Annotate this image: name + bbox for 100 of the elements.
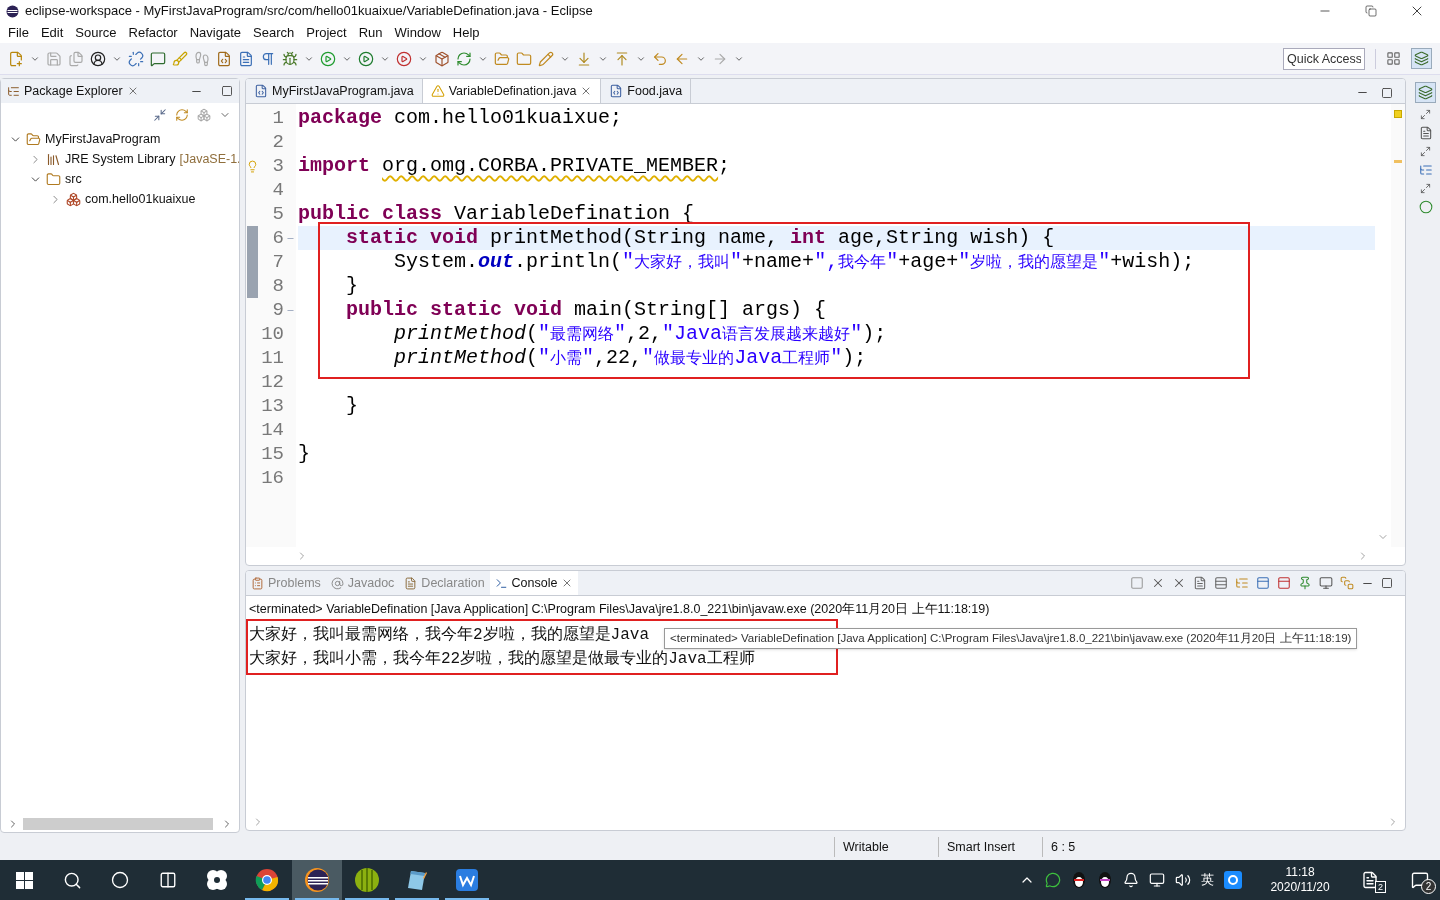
tree-item[interactable]: com.hello01kuaixue (85, 189, 196, 209)
maximize-icon[interactable] (221, 85, 233, 97)
hierarchy-icon[interactable] (1418, 163, 1433, 177)
remove-launch-icon[interactable] (1151, 576, 1165, 590)
lightbulb-warning-icon[interactable] (246, 159, 259, 173)
last-edit-icon[interactable] (652, 50, 668, 67)
pinwheel-icon[interactable] (205, 868, 229, 892)
maximize-icon[interactable] (1381, 577, 1393, 589)
eclipse-icon[interactable] (304, 867, 330, 893)
scroll-lock-icon[interactable] (1214, 576, 1228, 590)
penguin-icon[interactable] (1071, 871, 1087, 889)
restore-icon[interactable] (1420, 183, 1431, 194)
pilcrow-icon[interactable] (260, 50, 276, 67)
menu-item[interactable]: Run (352, 22, 389, 43)
java-file-icon[interactable] (254, 84, 268, 98)
quick-access-field[interactable]: Quick Access (1283, 47, 1365, 70)
console-icon[interactable] (494, 576, 508, 590)
show-on-output-icon[interactable] (1256, 576, 1270, 590)
status-field: Writable (834, 836, 938, 857)
previous-annotation-icon[interactable] (614, 50, 630, 67)
display-console-icon[interactable] (1319, 576, 1333, 590)
bug-icon[interactable] (282, 50, 298, 67)
clock-date[interactable]: 2020/11/20 (1270, 880, 1330, 895)
show-on-error-icon[interactable] (1277, 576, 1291, 590)
globe-icon[interactable] (1418, 200, 1433, 214)
maximize-icon[interactable] (1381, 86, 1393, 99)
java-file-warning-icon[interactable] (430, 84, 445, 98)
problems-icon[interactable] (251, 576, 264, 590)
menu-item[interactable]: Source (69, 22, 123, 43)
restore-icon[interactable] (1420, 146, 1431, 157)
open-folder-icon[interactable] (494, 50, 510, 67)
save-all-icon[interactable] (68, 50, 84, 67)
folder-icon[interactable] (516, 50, 532, 67)
java-file-icon[interactable] (609, 84, 624, 98)
new-console-icon[interactable] (1340, 576, 1354, 590)
penguin-icon[interactable] (1097, 871, 1113, 889)
word-wrap-icon[interactable] (1235, 576, 1249, 590)
restore-icon[interactable] (1420, 109, 1431, 120)
task-view-icon[interactable] (159, 871, 177, 889)
wps-icon[interactable] (455, 868, 479, 892)
warning-marker[interactable] (1394, 160, 1402, 163)
menu-item[interactable]: Project (300, 22, 353, 43)
run-icon[interactable] (320, 50, 336, 67)
bell-icon[interactable] (1123, 872, 1139, 888)
start-icon[interactable] (15, 871, 33, 889)
task-icon[interactable] (1361, 871, 1379, 889)
menu-item[interactable]: File (2, 22, 35, 43)
link-editor-icon[interactable] (175, 108, 189, 122)
notepad-icon[interactable] (405, 868, 429, 892)
unlink-icon[interactable] (128, 50, 144, 67)
pin-icon[interactable] (1298, 576, 1312, 590)
declaration-icon[interactable] (404, 576, 418, 590)
menu-item[interactable]: Window (388, 22, 447, 43)
open-perspective-icon[interactable] (1386, 51, 1401, 66)
new-file-icon[interactable] (8, 50, 24, 67)
clock-time[interactable]: 11:18 (1285, 865, 1315, 880)
view-tab[interactable]: Console (489, 571, 579, 595)
collapse-all-icon[interactable] (153, 108, 167, 122)
document-icon[interactable] (238, 50, 254, 67)
notification-icon[interactable] (1411, 871, 1429, 889)
chrome-icon[interactable] (255, 868, 279, 892)
search-icon[interactable] (62, 870, 82, 890)
remove-all-icon[interactable] (1172, 576, 1186, 590)
footprints-icon[interactable] (194, 50, 210, 67)
refresh-icon[interactable] (456, 50, 472, 67)
editor-tab[interactable]: VariableDefination.java (422, 79, 602, 103)
tree-item[interactable]: src (65, 169, 82, 189)
user-icon[interactable] (90, 50, 106, 67)
at-sign-icon[interactable] (330, 576, 344, 590)
filters-icon[interactable] (197, 108, 211, 122)
chat-icon[interactable] (1045, 872, 1061, 888)
java-perspective-icon[interactable] (1414, 51, 1429, 66)
volume-icon[interactable] (1175, 872, 1191, 888)
brush-icon[interactable] (172, 50, 188, 67)
tree-item[interactable]: MyFirstJavaProgram (45, 129, 161, 149)
comment-icon[interactable] (150, 50, 166, 67)
tree-item[interactable]: JRE System Library (65, 149, 176, 169)
input-method-indicator[interactable]: 英 (1201, 870, 1214, 890)
clear-console-icon[interactable] (1193, 576, 1207, 590)
menu-item[interactable]: Navigate (183, 22, 247, 43)
next-annotation-icon[interactable] (576, 50, 592, 67)
menu-item[interactable]: Search (247, 22, 301, 43)
package-icon[interactable] (434, 50, 450, 67)
menu-item[interactable]: Refactor (122, 22, 184, 43)
bamboo-app-icon[interactable] (354, 867, 380, 893)
pencil-icon[interactable] (538, 50, 554, 67)
save-icon[interactable] (46, 50, 62, 67)
external-tools-icon[interactable] (396, 50, 412, 67)
cortana-icon[interactable] (111, 871, 129, 889)
warning-marker[interactable] (1394, 110, 1402, 118)
menu-item[interactable]: Edit (34, 22, 70, 43)
app-q-icon[interactable] (1224, 871, 1242, 889)
coverage-icon[interactable] (358, 50, 374, 67)
line-number: 1 (271, 105, 284, 131)
network-icon[interactable] (1149, 872, 1165, 888)
terminate-icon[interactable] (1130, 576, 1144, 590)
code-file-icon[interactable] (216, 50, 232, 67)
perspective-icon[interactable] (1418, 85, 1433, 100)
outline-icon[interactable] (1418, 126, 1433, 140)
menu-item[interactable]: Help (446, 22, 486, 43)
